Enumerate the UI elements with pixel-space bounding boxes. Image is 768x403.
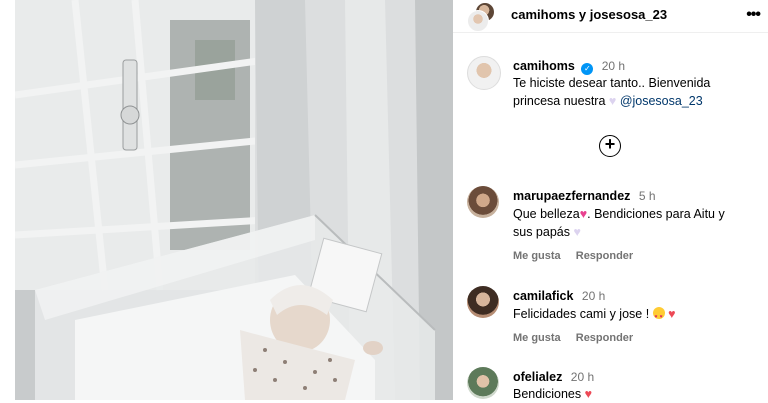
comment-actions: Me gusta Responder [513, 332, 633, 344]
comment-meta: marupaezfernandez 5 h [513, 187, 656, 205]
mention-link[interactable]: @josesosa_23 [620, 94, 703, 108]
newborn-photo-illustration [15, 0, 453, 400]
comment-time[interactable]: 5 h [639, 189, 656, 203]
comment-username[interactable]: camilafick [513, 289, 573, 303]
heart-icon: ♥ [573, 225, 581, 239]
caption-text-part: princesa nuestra [513, 94, 606, 108]
like-comment-button[interactable]: Me gusta [513, 332, 561, 344]
caption-line: Te hiciste desear tanto.. Bienvenida [513, 76, 711, 90]
avatar[interactable] [467, 186, 499, 218]
avatar[interactable] [467, 56, 501, 90]
reply-button[interactable]: Responder [576, 332, 633, 344]
comments-panel: camihoms y josesosa_23 ••• camihoms ✓ 20… [453, 0, 768, 403]
comment-text-part: Felicidades cami y jose ! [513, 307, 650, 321]
comment-text: Bendiciones ♥ [513, 385, 758, 403]
heart-icon: ♥ [584, 387, 593, 401]
comment-text-part: . Bendiciones para Aitu y [587, 207, 725, 221]
comment-meta: camilafick 20 h [513, 287, 605, 305]
more-options-icon[interactable]: ••• [746, 6, 761, 24]
comment-text: Felicidades cami y jose ! ♥ [513, 305, 758, 326]
comment-actions: Me gusta Responder [513, 250, 633, 262]
post-header: camihoms y josesosa_23 ••• [453, 0, 768, 33]
heart-eyes-icon [652, 307, 665, 326]
caption-time[interactable]: 20 h [602, 59, 625, 73]
comment-username[interactable]: marupaezfernandez [513, 189, 630, 203]
avatar [467, 10, 489, 32]
add-circle-icon[interactable]: + [599, 135, 621, 157]
post-author-names[interactable]: camihoms y josesosa_23 [511, 7, 667, 22]
collab-avatars[interactable] [467, 2, 499, 32]
heart-icon: ♥ [608, 94, 617, 108]
reply-button[interactable]: Responder [576, 250, 633, 262]
comment-line: Que belleza♥. Bendiciones para Aitu y [513, 205, 758, 223]
comment-line: sus papás ♥ [513, 223, 758, 241]
post-photo[interactable] [15, 0, 453, 400]
comment-text: Que belleza♥. Bendiciones para Aitu y su… [513, 205, 758, 241]
comment-time[interactable]: 20 h [582, 289, 605, 303]
comment-text-part: sus papás [513, 225, 570, 239]
caption-text: Te hiciste desear tanto.. Bienvenida pri… [513, 74, 758, 110]
caption-username[interactable]: camihoms [513, 59, 575, 73]
comment-meta: ofelialez 20 h [513, 368, 594, 386]
caption-meta: camihoms ✓ 20 h [513, 57, 625, 75]
comment-text-part: Que belleza [513, 207, 580, 221]
comment-text-part: Bendiciones [513, 387, 582, 401]
heart-icon: ♥ [668, 307, 676, 321]
caption-line: princesa nuestra ♥ @josesosa_23 [513, 92, 758, 110]
avatar[interactable] [467, 367, 499, 399]
avatar[interactable] [467, 286, 499, 318]
comment-time[interactable]: 20 h [571, 370, 594, 384]
comment-username[interactable]: ofelialez [513, 370, 562, 384]
like-comment-button[interactable]: Me gusta [513, 250, 561, 262]
